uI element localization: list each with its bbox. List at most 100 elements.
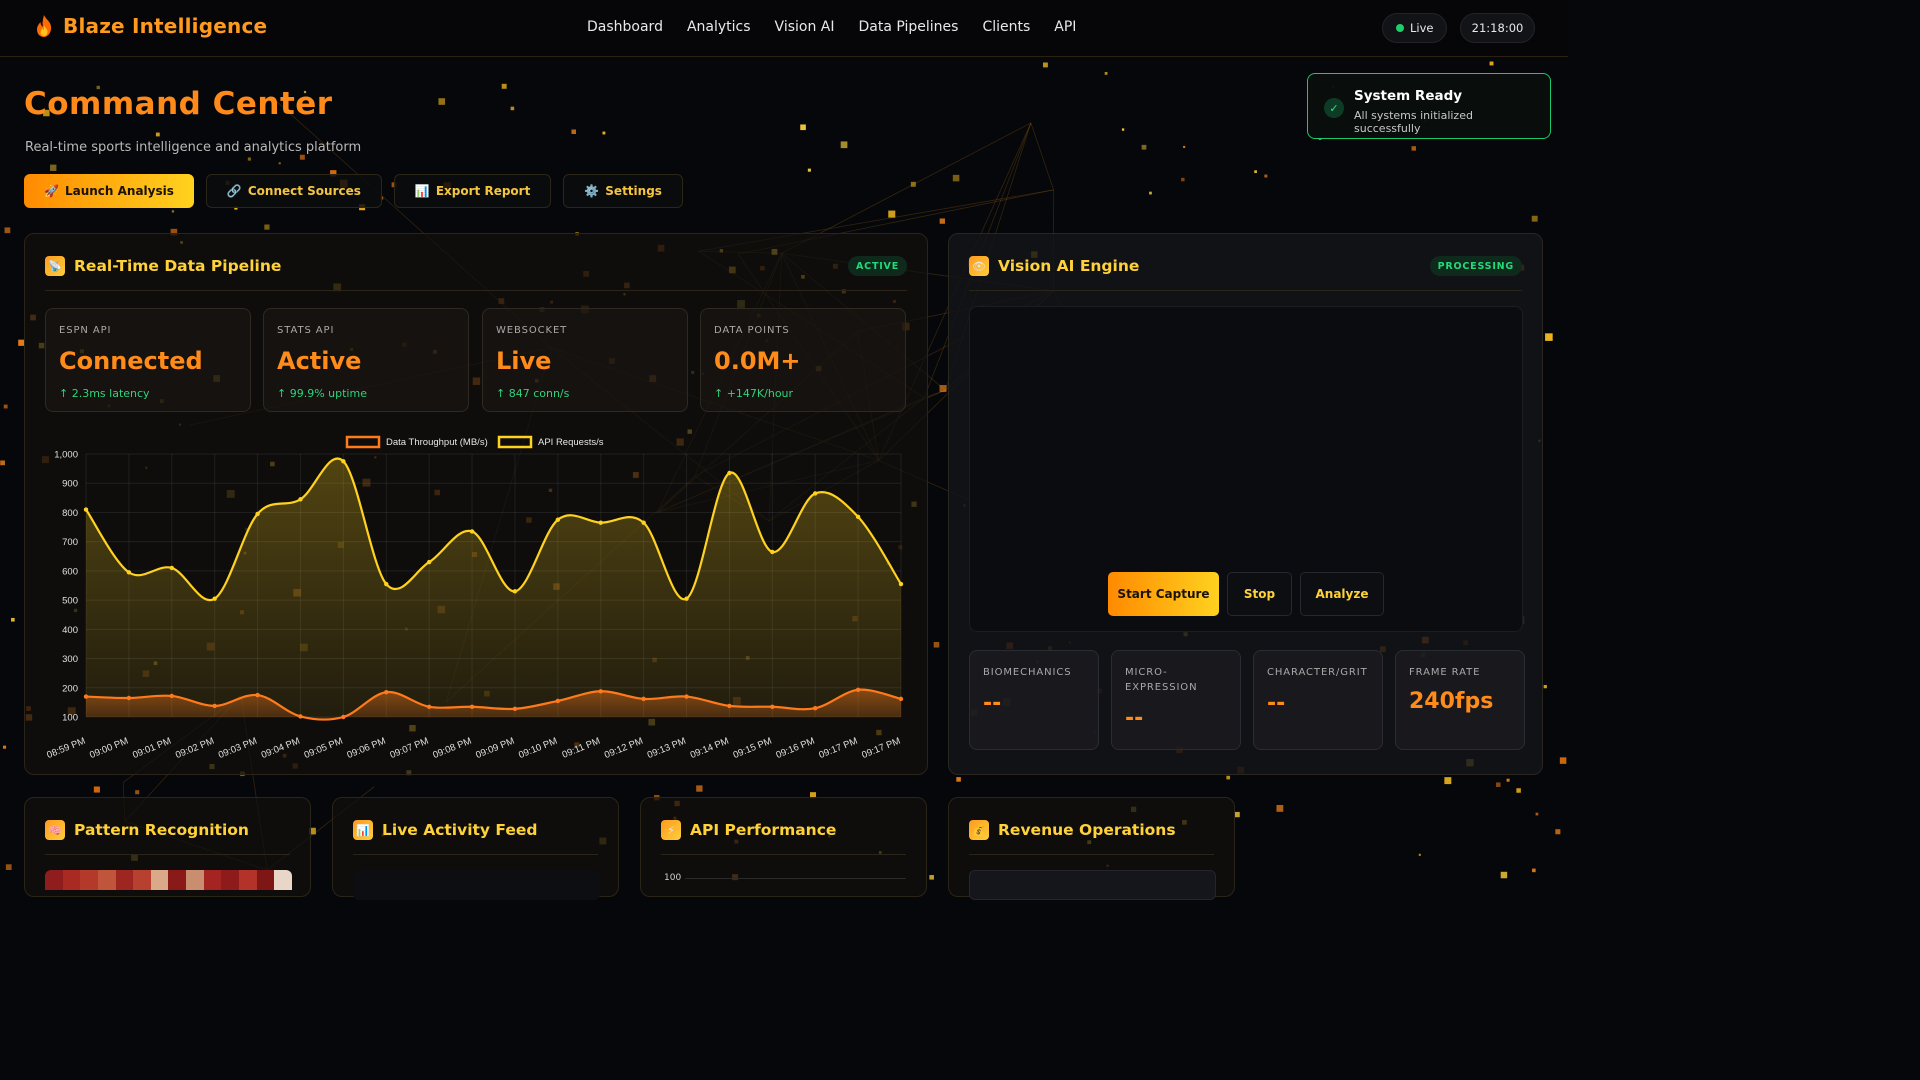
stat-label: CHARACTER/GRIT bbox=[1267, 667, 1368, 678]
metric-label: ESPN API bbox=[59, 325, 112, 336]
toast-title: System Ready bbox=[1354, 88, 1463, 104]
particle bbox=[1489, 61, 1494, 66]
particle bbox=[1516, 788, 1521, 793]
particle bbox=[1149, 191, 1152, 195]
x-tick-label: 09:13 PM bbox=[646, 736, 688, 761]
launch-analysis-button[interactable]: 🚀 Launch Analysis bbox=[24, 174, 194, 208]
nav-link-dashboard[interactable]: Dashboard bbox=[587, 19, 663, 35]
connect-sources-label: Connect Sources bbox=[247, 184, 361, 198]
vision-ai-panel: 👁 Vision AI Engine PROCESSING Start Capt… bbox=[948, 233, 1543, 775]
x-tick-label: 09:14 PM bbox=[689, 736, 731, 761]
y-tick-label: 700 bbox=[62, 537, 78, 548]
data-point bbox=[469, 704, 475, 709]
metric-change: ↑ +147K/hour bbox=[714, 387, 794, 400]
data-point bbox=[855, 514, 861, 520]
particle bbox=[1104, 72, 1108, 75]
panel-header: 🧠 Pattern Recognition bbox=[45, 820, 249, 840]
particle bbox=[2, 745, 7, 749]
panel-title: Vision AI Engine bbox=[998, 257, 1140, 275]
metric-value: 0.0M+ bbox=[714, 347, 801, 375]
settings-button[interactable]: ⚙️ Settings bbox=[563, 174, 683, 208]
export-report-label: Export Report bbox=[435, 184, 531, 198]
x-tick-label: 09:01 PM bbox=[131, 736, 173, 761]
stop-button[interactable]: Stop bbox=[1227, 572, 1292, 616]
data-point bbox=[298, 497, 303, 502]
particle bbox=[696, 785, 703, 792]
lightning-icon: ⚡ bbox=[661, 820, 681, 840]
analyze-button[interactable]: Analyze bbox=[1300, 572, 1384, 616]
particle bbox=[1535, 812, 1539, 816]
data-point bbox=[341, 714, 346, 720]
data-point bbox=[770, 549, 775, 555]
revenue-operations-panel: 💰 Revenue Operations bbox=[948, 797, 1235, 900]
particle bbox=[840, 141, 848, 149]
nav-link-data-pipelines[interactable]: Data Pipelines bbox=[858, 19, 958, 35]
particle bbox=[4, 227, 11, 234]
particle bbox=[1254, 170, 1257, 174]
particle bbox=[800, 124, 806, 131]
y-tick-label: 200 bbox=[62, 683, 78, 694]
stat-label: FRAME RATE bbox=[1409, 667, 1481, 678]
particle bbox=[1543, 685, 1547, 689]
check-circle-icon: ✓ bbox=[1324, 98, 1344, 118]
x-tick-label: 09:17 PM bbox=[817, 736, 859, 761]
particle bbox=[1555, 829, 1561, 835]
page-title: Command Center bbox=[24, 86, 333, 122]
x-tick-label: 09:02 PM bbox=[174, 736, 216, 761]
particle bbox=[1183, 145, 1186, 148]
action-bar: 🚀 Launch Analysis 🔗 Connect Sources 📊 Ex… bbox=[24, 174, 683, 208]
y-tick-label: 400 bbox=[62, 625, 78, 636]
connect-sources-button[interactable]: 🔗 Connect Sources bbox=[205, 174, 382, 208]
export-report-button[interactable]: 📊 Export Report bbox=[393, 174, 552, 208]
system-ready-toast[interactable]: ✓ System Ready All systems initialized s… bbox=[1307, 73, 1551, 139]
nav-link-vision-ai[interactable]: Vision AI bbox=[775, 19, 835, 35]
x-tick-label: 09:07 PM bbox=[388, 736, 430, 761]
vision-stat-frame-rate: FRAME RATE 240fps bbox=[1395, 650, 1525, 750]
nav-link-clients[interactable]: Clients bbox=[982, 19, 1030, 35]
particle bbox=[1531, 215, 1538, 222]
panel-title: Revenue Operations bbox=[998, 821, 1176, 839]
y-tick-label: 500 bbox=[62, 596, 78, 607]
api-chart-axis-label: 100 bbox=[664, 873, 682, 883]
nav-link-analytics[interactable]: Analytics bbox=[687, 19, 751, 35]
data-point bbox=[83, 507, 89, 512]
launch-analysis-label: Launch Analysis bbox=[64, 184, 174, 198]
nav-link-api[interactable]: API bbox=[1054, 19, 1076, 35]
panel-header: 👁 Vision AI Engine bbox=[969, 256, 1139, 276]
brand-logo[interactable]: Blaze Intelligence bbox=[33, 14, 267, 38]
particle bbox=[0, 460, 5, 466]
data-point bbox=[641, 520, 646, 525]
live-status-text: Live bbox=[1410, 21, 1434, 35]
particle bbox=[1495, 782, 1501, 787]
metric-label: WEBSOCKET bbox=[496, 325, 568, 336]
metric-card-data-points: DATA POINTS 0.0M+ ↑ +147K/hour bbox=[700, 308, 906, 412]
x-tick-label: 09:05 PM bbox=[303, 736, 345, 761]
particle bbox=[910, 181, 916, 187]
settings-label: Settings bbox=[605, 184, 662, 198]
particle bbox=[929, 875, 934, 880]
api-performance-panel: ⚡ API Performance 100 bbox=[640, 797, 927, 897]
toast-message: All systems initialized successfully bbox=[1354, 109, 1473, 135]
x-tick-label: 09:10 PM bbox=[517, 736, 559, 761]
vision-stat-micro-expression: MICRO-EXPRESSION -- bbox=[1111, 650, 1241, 750]
data-point bbox=[727, 470, 732, 476]
legend-swatch bbox=[345, 435, 381, 449]
data-point bbox=[255, 511, 260, 517]
data-point bbox=[384, 581, 389, 587]
data-point bbox=[469, 529, 475, 534]
particle bbox=[1121, 128, 1125, 131]
particle bbox=[1532, 868, 1536, 873]
particle bbox=[888, 210, 896, 218]
particle bbox=[438, 98, 446, 105]
x-tick-label: 09:00 PM bbox=[88, 736, 130, 761]
metric-value: Live bbox=[496, 347, 552, 375]
x-tick-label: 09:09 PM bbox=[474, 736, 516, 761]
data-point bbox=[255, 692, 260, 698]
data-point bbox=[898, 696, 904, 702]
x-tick-label: 09:06 PM bbox=[346, 736, 388, 761]
particle bbox=[1141, 144, 1147, 150]
data-point bbox=[555, 517, 561, 522]
start-capture-button[interactable]: Start Capture bbox=[1108, 572, 1219, 616]
panel-title: Real-Time Data Pipeline bbox=[74, 257, 282, 275]
y-tick-label: 800 bbox=[62, 508, 78, 519]
